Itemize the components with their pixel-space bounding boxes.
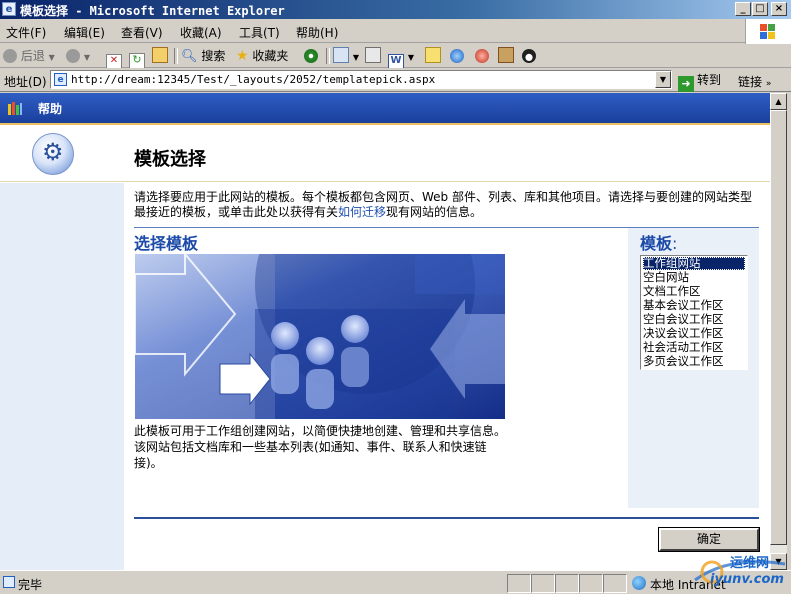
window-title: 模板选择 - Microsoft Internet Explorer [20,4,285,18]
template-description: 此模板可用于工作组创建网站，以简便快捷地创建、管理和共享信息。该网站包括文档库和… [134,424,507,470]
template-option[interactable]: 空白会议工作区 [643,313,745,326]
minimize-button[interactable]: _ [735,2,751,16]
sharepoint-logo-icon [8,102,22,115]
page-icon [3,576,15,588]
stop-button[interactable]: ✕ [106,47,122,70]
page-title: 模板选择 [134,149,206,170]
menu-favorites[interactable]: 收藏(A) [180,24,222,41]
home-icon [152,47,168,63]
title-band [0,125,770,182]
status-pane [579,574,603,593]
close-button[interactable]: × [771,2,787,16]
status-pane [507,574,531,593]
forward-arrow-icon [66,49,80,63]
mail-icon [333,47,349,63]
template-option[interactable]: 决议会议工作区 [643,327,745,340]
menu-help[interactable]: 帮助(H) [296,24,338,41]
intranet-zone-icon [632,576,646,590]
links-button[interactable]: 链接 » [738,73,771,90]
go-button[interactable]: ➜ 转到 [678,70,730,92]
back-button[interactable]: 后退 ▼ [3,47,55,65]
menu-file[interactable]: 文件(F) [6,24,46,41]
refresh-icon: ↻ [129,53,145,69]
site-watermark: 运维网 iyunv.com [690,550,790,594]
ie-icon: e [2,2,16,16]
go-arrow-icon: ➜ [678,76,694,92]
address-label: 地址(D) [4,75,47,89]
forward-button[interactable]: ▼ [66,47,90,65]
watermark-url: iyunv.com [710,572,784,587]
home-button[interactable] [152,47,168,65]
sharepoint-top-bar: 帮助 [0,93,770,123]
research-button[interactable] [475,47,489,65]
template-option[interactable]: 文档工作区 [643,285,745,298]
edit-button[interactable]: W ▼ [388,47,414,70]
left-nav-panel [0,183,124,570]
menu-view[interactable]: 查看(V) [121,24,163,41]
page-icon: e [54,73,67,86]
settings-gear-icon: ⚙ [32,133,74,175]
mail-button[interactable]: ▼ [333,47,359,65]
address-input[interactable]: e http://dream:12345/Test/_layouts/2052/… [50,70,672,89]
maximize-button[interactable]: □ [752,2,768,16]
printer-icon [365,47,381,63]
watermark-text: 运维网 [730,556,770,571]
person-icon [475,49,489,63]
section-title: 选择模板 [134,234,199,253]
title-bar: e 模板选择 - Microsoft Internet Explorer _ □… [0,0,791,19]
ok-button[interactable]: 确定 [659,528,759,551]
address-bar: 地址(D) e http://dream:12345/Test/_layouts… [0,68,791,92]
address-dropdown-button[interactable]: ▼ [655,71,671,88]
refresh-button[interactable]: ↻ [129,47,145,69]
search-icon: 🔍︎ [181,49,198,64]
star-icon: ★ [236,48,249,64]
template-option[interactable]: 多页会议工作区 [643,355,745,368]
template-preview-image [135,254,505,419]
discuss-button[interactable] [425,47,441,65]
tools-button[interactable] [498,47,514,65]
tools-icon [498,47,514,63]
template-option[interactable]: 基本会议工作区 [643,299,745,312]
menu-edit[interactable]: 编辑(E) [64,24,105,41]
page-content: 帮助 ⚙ 模板选择 请选择要应用于此网站的模板。每个模板都包含网页、Web 部件… [0,93,770,570]
vertical-scrollbar[interactable]: ▲ ▼ [770,93,787,570]
status-pane [555,574,579,593]
help-link[interactable]: 帮助 [38,100,62,117]
status-pane [603,574,627,593]
template-option[interactable]: 社会活动工作区 [643,341,745,354]
toolbar: 后退 ▼ ▼ ✕ ↻ 🔍︎ 搜索 ★ 收藏夹 ▼ W ▼ [0,44,791,70]
windows-logo-icon [745,19,791,44]
page-description: 请选择要应用于此网站的模板。每个模板都包含网页、Web 部件、列表、库和其他项目… [134,190,752,219]
search-button[interactable]: 🔍︎ 搜索 [181,47,225,65]
template-option[interactable]: 空白网站 [643,271,745,284]
template-option[interactable]: 工作组网站 [643,257,745,270]
templates-label: 模板: [640,234,678,253]
template-listbox[interactable]: 工作组网站 空白网站 文档工作区 基本会议工作区 空白会议工作区 决议会议工作区… [640,255,748,370]
qq-button[interactable] [522,47,536,65]
messenger-button[interactable] [450,47,464,65]
note-icon [425,47,441,63]
back-arrow-icon [3,49,17,63]
address-url: http://dream:12345/Test/_layouts/2052/te… [71,73,436,86]
form-divider [134,517,759,519]
scroll-thumb[interactable] [770,110,787,545]
globe-icon [450,49,464,63]
migrate-link[interactable]: 如何迁移 [338,205,386,219]
favorites-button[interactable]: ★ 收藏夹 [236,47,288,65]
scroll-up-button[interactable]: ▲ [770,93,787,110]
media-icon [304,49,318,63]
status-text: 完毕 [18,578,43,592]
status-bar: 完毕 本地 Intranet [0,570,791,594]
print-button[interactable] [365,47,381,65]
media-button[interactable] [304,47,318,65]
menu-bar: 文件(F) 编辑(E) 查看(V) 收藏(A) 工具(T) 帮助(H) [0,19,791,43]
menu-tools[interactable]: 工具(T) [239,24,280,41]
penguin-icon [522,49,536,63]
status-pane [531,574,555,593]
